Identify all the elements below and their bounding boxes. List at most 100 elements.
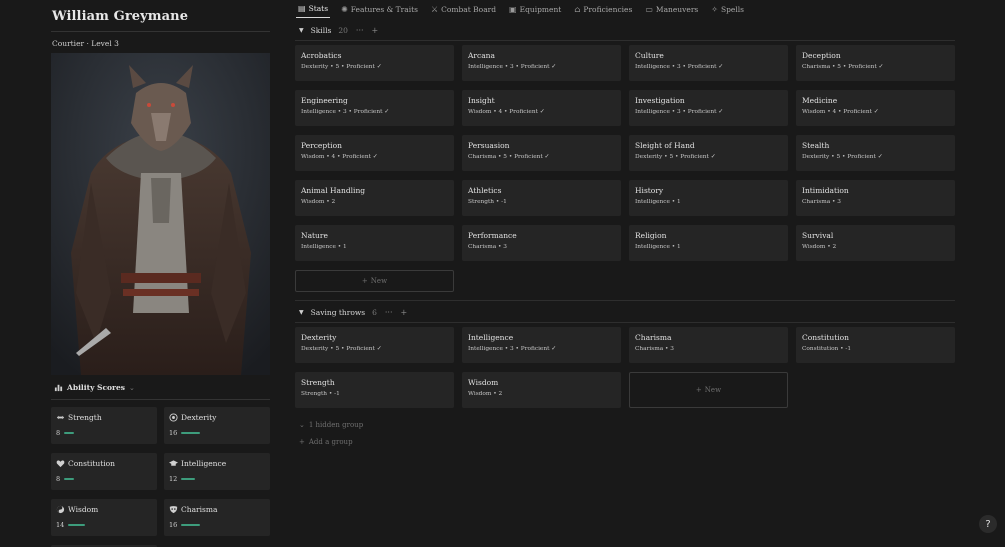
plus-icon: +: [695, 386, 702, 394]
ability-value-row: 12: [169, 475, 196, 483]
card-religion[interactable]: Religion Intelligence • 1: [629, 225, 788, 261]
plus-icon: +: [299, 438, 305, 446]
plus-icon[interactable]: +: [372, 26, 379, 35]
more-icon[interactable]: ···: [356, 26, 364, 35]
divider: [51, 31, 270, 32]
card-title: Athletics: [468, 186, 502, 195]
ability-grid: Strength 8 Dexterity 16 Constitution 8 Intelli…: [51, 407, 270, 547]
card-engineering[interactable]: Engineering Intelligence • 3 • Proficient…: [295, 90, 454, 126]
add-group-button[interactable]: + Add a group: [299, 438, 353, 446]
tab-spells[interactable]: ✧ Spells: [709, 0, 746, 18]
card-detail: Dexterity • 5 • Proficient ✓: [301, 64, 382, 70]
new-card-button[interactable]: + New: [295, 270, 454, 292]
hidden-group-toggle[interactable]: ⌄ 1 hidden group: [299, 421, 363, 429]
card-dexterity[interactable]: Dexterity Dexterity • 5 • Proficient ✓: [295, 327, 454, 363]
ability-score: 8: [56, 475, 61, 483]
card-performance[interactable]: Performance Charisma • 3: [462, 225, 621, 261]
card-title: Perception: [301, 141, 342, 150]
triangle-down-icon[interactable]: ▼: [299, 27, 304, 34]
card-intimidation[interactable]: Intimidation Charisma • 3: [796, 180, 955, 216]
triangle-down-icon[interactable]: ▼: [299, 309, 304, 316]
card-insight[interactable]: Insight Wisdom • 4 • Proficient ✓: [462, 90, 621, 126]
card-intelligence[interactable]: Intelligence Intelligence • 3 • Proficien…: [462, 327, 621, 363]
backpack-icon: ▣: [509, 4, 517, 14]
new-label: New: [370, 277, 388, 285]
ability-value-row: 8: [56, 429, 75, 437]
card-wisdom[interactable]: Wisdom Wisdom • 2: [462, 372, 621, 408]
card-detail: Intelligence • 3 • Proficient ✓: [635, 64, 724, 70]
card-stealth[interactable]: Stealth Dexterity • 5 • Proficient ✓: [796, 135, 955, 171]
card-survival[interactable]: Survival Wisdom • 2: [796, 225, 955, 261]
card-title: Wisdom: [468, 378, 499, 387]
card-title: Arcana: [468, 51, 495, 60]
card-detail: Intelligence • 1: [635, 244, 681, 250]
tab-equipment[interactable]: ▣ Equipment: [507, 0, 563, 18]
chevron-down-icon: ⌄: [128, 383, 135, 392]
card-history[interactable]: History Intelligence • 1: [629, 180, 788, 216]
ability-card-constitution[interactable]: Constitution 8: [51, 453, 157, 490]
card-detail: Wisdom • 4 • Proficient ✓: [301, 154, 378, 160]
ability-score: 14: [56, 521, 65, 529]
ability-name-row: Strength: [56, 413, 152, 422]
yin-yang-icon: [56, 505, 65, 514]
tab-label: Combat Board: [441, 4, 497, 14]
ability-card-strength[interactable]: Strength 8: [51, 407, 157, 444]
saves-group-header[interactable]: ▼ Saving throws 6 ··· +: [299, 308, 407, 317]
ability-card-charisma[interactable]: Charisma 16: [164, 499, 270, 536]
ability-name: Strength: [68, 413, 102, 422]
tab-features-traits[interactable]: ✺ Features & Traits: [339, 0, 420, 18]
card-persuasion[interactable]: Persuasion Charisma • 5 • Proficient ✓: [462, 135, 621, 171]
card-title: Engineering: [301, 96, 348, 105]
card-animal-handling[interactable]: Animal Handling Wisdom • 2: [295, 180, 454, 216]
card-acrobatics[interactable]: Acrobatics Dexterity • 5 • Proficient ✓: [295, 45, 454, 81]
skills-group-header[interactable]: ▼ Skills 20 ··· +: [299, 26, 378, 35]
card-nature[interactable]: Nature Intelligence • 1: [295, 225, 454, 261]
card-detail: Intelligence • 3 • Proficient ✓: [635, 109, 724, 115]
tab-stats[interactable]: ▤ Stats: [296, 0, 331, 18]
saves-grid: Dexterity Dexterity • 5 • Proficient ✓ Int…: [295, 327, 955, 408]
ability-scores-header[interactable]: Ability Scores ⌄: [54, 383, 135, 392]
divider: [51, 399, 270, 400]
card-charisma[interactable]: Charisma Charisma • 3: [629, 327, 788, 363]
card-strength[interactable]: Strength Strength • -1: [295, 372, 454, 408]
ability-name-row: Charisma: [169, 505, 265, 514]
ability-name: Dexterity: [181, 413, 217, 422]
ability-bar: [181, 524, 201, 526]
new-card-button[interactable]: + New: [629, 372, 788, 408]
card-detail: Dexterity • 5 • Proficient ✓: [301, 346, 382, 352]
ability-bar: [64, 478, 75, 480]
saves-group-title: Saving throws: [310, 308, 366, 317]
card-detail: Charisma • 3: [468, 244, 507, 250]
card-title: Intelligence: [468, 333, 514, 342]
card-title: Investigation: [635, 96, 685, 105]
card-medicine[interactable]: Medicine Wisdom • 4 • Proficient ✓: [796, 90, 955, 126]
tab-label: Proficiencies: [583, 4, 633, 14]
card-investigation[interactable]: Investigation Intelligence • 3 • Proficie…: [629, 90, 788, 126]
plus-icon[interactable]: +: [401, 308, 408, 317]
more-icon[interactable]: ···: [385, 308, 393, 317]
tab-proficiencies[interactable]: ⌂ Proficiencies: [572, 0, 634, 18]
card-culture[interactable]: Culture Intelligence • 3 • Proficient ✓: [629, 45, 788, 81]
card-athletics[interactable]: Athletics Strength • -1: [462, 180, 621, 216]
card-detail: Intelligence • 3 • Proficient ✓: [468, 64, 557, 70]
help-button[interactable]: ?: [979, 515, 997, 533]
ability-name: Charisma: [181, 505, 218, 514]
tab-maneuvers[interactable]: ▭ Maneuvers: [643, 0, 700, 18]
card-detail: Strength • -1: [468, 199, 507, 205]
ability-card-dexterity[interactable]: Dexterity 16: [164, 407, 270, 444]
target-icon: [169, 413, 178, 422]
ability-card-intelligence[interactable]: Intelligence 12: [164, 453, 270, 490]
ability-scores-title: Ability Scores: [67, 383, 125, 392]
card-sleight-of-hand[interactable]: Sleight of Hand Dexterity • 5 • Proficien…: [629, 135, 788, 171]
card-arcana[interactable]: Arcana Intelligence • 3 • Proficient ✓: [462, 45, 621, 81]
scroll-icon: ▭: [645, 4, 653, 14]
tab-label: Maneuvers: [655, 4, 699, 14]
ability-name-row: Intelligence: [169, 459, 265, 468]
card-deception[interactable]: Deception Charisma • 5 • Proficient ✓: [796, 45, 955, 81]
card-title: Dexterity: [301, 333, 337, 342]
tab-combat-board[interactable]: ⚔ Combat Board: [429, 0, 498, 18]
card-perception[interactable]: Perception Wisdom • 4 • Proficient ✓: [295, 135, 454, 171]
ability-card-wisdom[interactable]: Wisdom 14: [51, 499, 157, 536]
card-constitution[interactable]: Constitution Constitution • -1: [796, 327, 955, 363]
ability-name-row: Dexterity: [169, 413, 265, 422]
